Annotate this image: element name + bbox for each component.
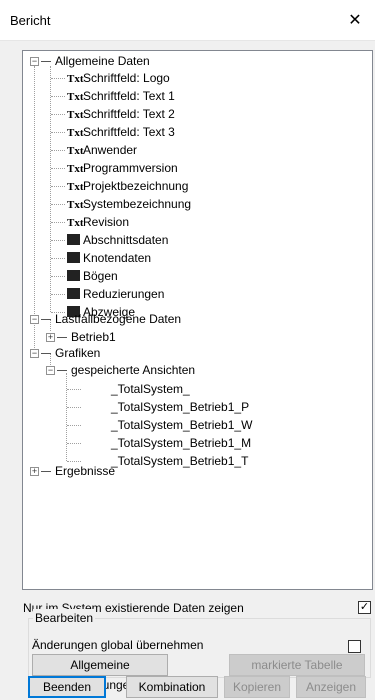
node-connector bbox=[67, 443, 81, 444]
node-connector bbox=[51, 114, 65, 115]
node-connector bbox=[51, 168, 65, 169]
general-settings-button[interactable]: Allgemeine Einstellungen bbox=[32, 654, 168, 692]
tree-item[interactable]: TxtSchriftfeld: Text 1 bbox=[67, 87, 175, 105]
node-connector bbox=[51, 132, 65, 133]
node-connector bbox=[57, 370, 67, 371]
node-connector bbox=[41, 353, 51, 354]
tree-item[interactable]: Knotendaten bbox=[67, 249, 151, 267]
text-field-icon: Txt bbox=[67, 181, 84, 193]
tree-node-gespeicherte-ansichten[interactable]: gespeicherte Ansichten bbox=[71, 361, 195, 379]
text-field-icon: Txt bbox=[67, 217, 84, 229]
marked-table-button[interactable]: markierte Tabelle bbox=[229, 654, 365, 676]
title-bar: Bericht ✕ bbox=[0, 0, 375, 41]
text-field-icon: Txt bbox=[67, 73, 84, 85]
expand-toggle[interactable]: + bbox=[30, 467, 39, 476]
global-changes-label: Änderungen global übernehmen bbox=[32, 638, 204, 652]
tree-guide bbox=[34, 66, 35, 350]
tree-node-ergebnisse[interactable]: Ergebnisse bbox=[55, 462, 115, 480]
saved-view-item[interactable]: _TotalSystem_Betrieb1_T bbox=[111, 452, 248, 470]
node-connector bbox=[67, 407, 81, 408]
text-field-icon: Txt bbox=[67, 127, 84, 139]
node-connector bbox=[51, 294, 65, 295]
saved-view-item[interactable]: _TotalSystem_Betrieb1_W bbox=[111, 416, 252, 434]
tree-guide bbox=[66, 373, 67, 461]
collapse-toggle[interactable]: − bbox=[30, 315, 39, 324]
node-connector bbox=[41, 61, 51, 62]
node-connector bbox=[51, 222, 65, 223]
node-connector bbox=[41, 319, 51, 320]
tree-item[interactable]: TxtSchriftfeld: Text 3 bbox=[67, 123, 175, 141]
node-connector bbox=[51, 186, 65, 187]
saved-view-item[interactable]: _TotalSystem_Betrieb1_M bbox=[111, 434, 251, 452]
table-icon bbox=[67, 234, 80, 245]
collapse-toggle[interactable]: − bbox=[30, 57, 39, 66]
tree-item[interactable]: TxtProjektbezeichnung bbox=[67, 177, 188, 195]
node-connector bbox=[51, 240, 65, 241]
tree-item[interactable]: Abschnittsdaten bbox=[67, 231, 168, 249]
tree-item[interactable]: Bögen bbox=[67, 267, 118, 285]
tree-node-allgemeine-daten[interactable]: Allgemeine Daten bbox=[55, 52, 150, 70]
tree-item[interactable]: Reduzierungen bbox=[67, 285, 164, 303]
node-connector bbox=[67, 389, 81, 390]
text-field-icon: Txt bbox=[67, 109, 84, 121]
node-connector bbox=[51, 78, 65, 79]
collapse-toggle[interactable]: − bbox=[46, 366, 55, 375]
node-connector bbox=[57, 337, 67, 338]
beenden-button[interactable]: Beenden bbox=[28, 676, 106, 698]
table-icon bbox=[67, 252, 80, 263]
node-connector bbox=[51, 204, 65, 205]
kombination-button[interactable]: Kombination bbox=[126, 676, 218, 698]
tree-item[interactable]: TxtProgrammversion bbox=[67, 159, 178, 177]
tree-item[interactable]: TxtSchriftfeld: Logo bbox=[67, 69, 170, 87]
only-existing-checkbox[interactable]: ✓ bbox=[358, 601, 371, 614]
window-title: Bericht bbox=[10, 13, 51, 28]
tree-node-grafiken[interactable]: Grafiken bbox=[55, 344, 100, 362]
saved-view-item[interactable]: _TotalSystem_Betrieb1_P bbox=[111, 398, 249, 416]
report-tree[interactable]: − Allgemeine Daten TxtSchriftfeld: Logo … bbox=[22, 50, 373, 590]
tree-guide bbox=[50, 319, 51, 331]
expand-toggle[interactable]: + bbox=[46, 333, 55, 342]
node-connector bbox=[51, 276, 65, 277]
node-connector bbox=[41, 471, 51, 472]
collapse-toggle[interactable]: − bbox=[30, 349, 39, 358]
node-connector bbox=[51, 258, 65, 259]
anzeigen-button[interactable]: Anzeigen bbox=[296, 676, 366, 698]
tree-item[interactable]: TxtSchriftfeld: Text 2 bbox=[67, 105, 175, 123]
text-field-icon: Txt bbox=[67, 145, 84, 157]
close-icon: ✕ bbox=[348, 12, 362, 29]
table-icon bbox=[67, 270, 80, 281]
kopieren-button[interactable]: Kopieren bbox=[224, 676, 290, 698]
text-field-icon: Txt bbox=[67, 199, 84, 211]
text-field-icon: Txt bbox=[67, 163, 84, 175]
table-icon bbox=[67, 288, 80, 299]
tree-item[interactable]: TxtAnwender bbox=[67, 141, 137, 159]
checkmark-icon: ✓ bbox=[359, 601, 370, 613]
group-legend: Bearbeiten bbox=[33, 609, 96, 627]
node-connector bbox=[67, 425, 81, 426]
node-connector bbox=[51, 96, 65, 97]
tree-item[interactable]: TxtSystembezeichnung bbox=[67, 195, 191, 213]
tree-node-lastfall[interactable]: Lastfallbezogene Daten bbox=[55, 310, 181, 328]
node-connector bbox=[51, 150, 65, 151]
tree-item[interactable]: TxtRevision bbox=[67, 213, 129, 231]
text-field-icon: Txt bbox=[67, 91, 84, 103]
close-button[interactable]: ✕ bbox=[335, 0, 375, 40]
global-changes-checkbox[interactable] bbox=[348, 640, 361, 653]
saved-view-item[interactable]: _TotalSystem_ bbox=[111, 380, 190, 398]
